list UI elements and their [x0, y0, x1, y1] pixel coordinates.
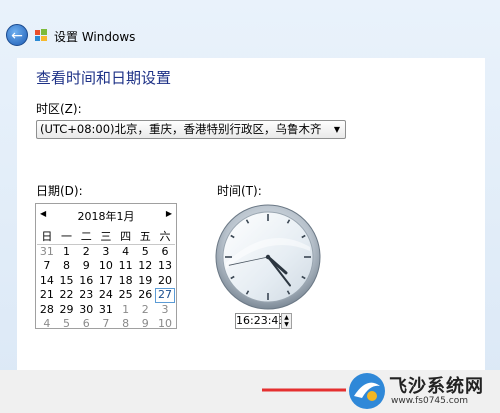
- analog-clock: [215, 204, 321, 310]
- calendar-day[interactable]: 18: [116, 274, 136, 289]
- calendar-week-row: 28 29 30 31 1 2 3: [37, 303, 175, 318]
- weekday-header: 六: [155, 230, 175, 245]
- time-input[interactable]: 16:23:43: [235, 313, 285, 329]
- back-arrow-icon[interactable]: ←: [6, 24, 28, 46]
- calendar-day[interactable]: 17: [96, 274, 116, 289]
- calendar-day[interactable]: 28: [37, 303, 57, 318]
- next-month-icon[interactable]: ▶: [166, 209, 172, 218]
- weekday-header-row: 日 一 二 三 四 五 六: [37, 230, 175, 245]
- calendar-day[interactable]: 1: [116, 303, 136, 318]
- time-spinner[interactable]: ▲ ▼: [281, 313, 292, 329]
- calendar-day[interactable]: 5: [57, 317, 77, 332]
- spin-down-icon[interactable]: ▼: [282, 321, 291, 328]
- calendar-day[interactable]: 26: [135, 288, 155, 303]
- timezone-selected-value: (UTC+08:00)北京，重庆，香港特别行政区，乌鲁木齐: [40, 122, 322, 136]
- weekday-header: 一: [56, 230, 77, 245]
- calendar-header: ◀ 2018年1月 ▶: [36, 206, 176, 224]
- calendar-day[interactable]: 15: [57, 274, 77, 289]
- calendar-day[interactable]: 7: [96, 317, 116, 332]
- calendar-day[interactable]: 8: [116, 317, 136, 332]
- calendar-day[interactable]: 11: [116, 259, 136, 274]
- calendar-day[interactable]: 13: [155, 259, 175, 274]
- calendar-day[interactable]: 10: [155, 317, 175, 332]
- calendar-week-row: 14 15 16 17 18 19 20: [37, 274, 175, 289]
- date-label: 日期(D):: [36, 184, 83, 198]
- calendar-day[interactable]: 29: [57, 303, 77, 318]
- watermark: 飞沙系统网 www.fs0745.com: [346, 370, 500, 413]
- calendar-day[interactable]: 24: [96, 288, 116, 303]
- watermark-site-name: 飞沙系统网: [389, 376, 484, 397]
- calendar-day[interactable]: 23: [76, 288, 96, 303]
- timezone-label: 时区(Z):: [36, 102, 82, 116]
- calendar: ◀ 2018年1月 ▶ 日 一 二 三 四 五 六 31 1 2 3 4 5 6: [35, 203, 177, 332]
- windows-setup-icon: [35, 29, 47, 41]
- calendar-day[interactable]: 14: [37, 274, 57, 289]
- annotation-arrow: [262, 388, 346, 392]
- calendar-day[interactable]: 31: [37, 245, 57, 260]
- time-label: 时间(T):: [217, 184, 262, 198]
- dropdown-arrow-icon: ▼: [333, 125, 340, 134]
- calendar-week-row: 4 5 6 7 8 9 10: [37, 317, 175, 332]
- page-heading: 查看时间和日期设置: [36, 69, 172, 87]
- calendar-day[interactable]: 5: [135, 245, 155, 260]
- calendar-day[interactable]: 22: [57, 288, 77, 303]
- calendar-day[interactable]: 9: [76, 259, 96, 274]
- calendar-day[interactable]: 31: [96, 303, 116, 318]
- weekday-header: 四: [115, 230, 136, 245]
- calendar-day[interactable]: 19: [135, 274, 155, 289]
- timezone-select[interactable]: (UTC+08:00)北京，重庆，香港特别行政区，乌鲁木齐 ▼: [36, 120, 346, 139]
- calendar-day-selected[interactable]: 27: [155, 288, 175, 303]
- calendar-day[interactable]: 30: [76, 303, 96, 318]
- calendar-day[interactable]: 3: [96, 245, 116, 260]
- calendar-day[interactable]: 8: [57, 259, 77, 274]
- weekday-header: 五: [135, 230, 156, 245]
- weekday-header: 二: [76, 230, 97, 245]
- title-bar: ← 设置 Windows: [0, 0, 500, 58]
- watermark-url: www.fs0745.com: [391, 396, 468, 406]
- calendar-day[interactable]: 7: [37, 259, 57, 274]
- calendar-day[interactable]: 3: [155, 303, 175, 318]
- calendar-month-title[interactable]: 2018年1月: [36, 208, 176, 224]
- calendar-day[interactable]: 10: [96, 259, 116, 274]
- spin-up-icon[interactable]: ▲: [282, 314, 291, 321]
- calendar-grid: 日 一 二 三 四 五 六 31 1 2 3 4 5 6 7 8 9 10 11…: [37, 230, 175, 332]
- calendar-day[interactable]: 21: [37, 288, 57, 303]
- window-title: 设置 Windows: [54, 30, 136, 44]
- weekday-header: 三: [96, 230, 116, 245]
- calendar-week-row: 21 22 23 24 25 26 27: [37, 288, 175, 303]
- calendar-day[interactable]: 2: [135, 303, 155, 318]
- calendar-week-row: 31 1 2 3 4 5 6: [37, 245, 175, 260]
- calendar-day[interactable]: 6: [76, 317, 96, 332]
- calendar-day[interactable]: 2: [76, 245, 96, 260]
- calendar-day[interactable]: 4: [116, 245, 136, 260]
- calendar-day[interactable]: 1: [57, 245, 77, 260]
- weekday-header: 日: [37, 230, 57, 245]
- calendar-day[interactable]: 25: [116, 288, 136, 303]
- calendar-day[interactable]: 4: [37, 317, 57, 332]
- calendar-day[interactable]: 6: [155, 245, 175, 260]
- calendar-day[interactable]: 20: [155, 274, 175, 289]
- calendar-week-row: 7 8 9 10 11 12 13: [37, 259, 175, 274]
- calendar-day[interactable]: 12: [135, 259, 155, 274]
- calendar-day[interactable]: 9: [135, 317, 155, 332]
- site-logo-icon: [349, 373, 385, 409]
- settings-panel: 查看时间和日期设置 时区(Z): (UTC+08:00)北京，重庆，香港特别行政…: [17, 58, 485, 370]
- calendar-day[interactable]: 16: [76, 274, 96, 289]
